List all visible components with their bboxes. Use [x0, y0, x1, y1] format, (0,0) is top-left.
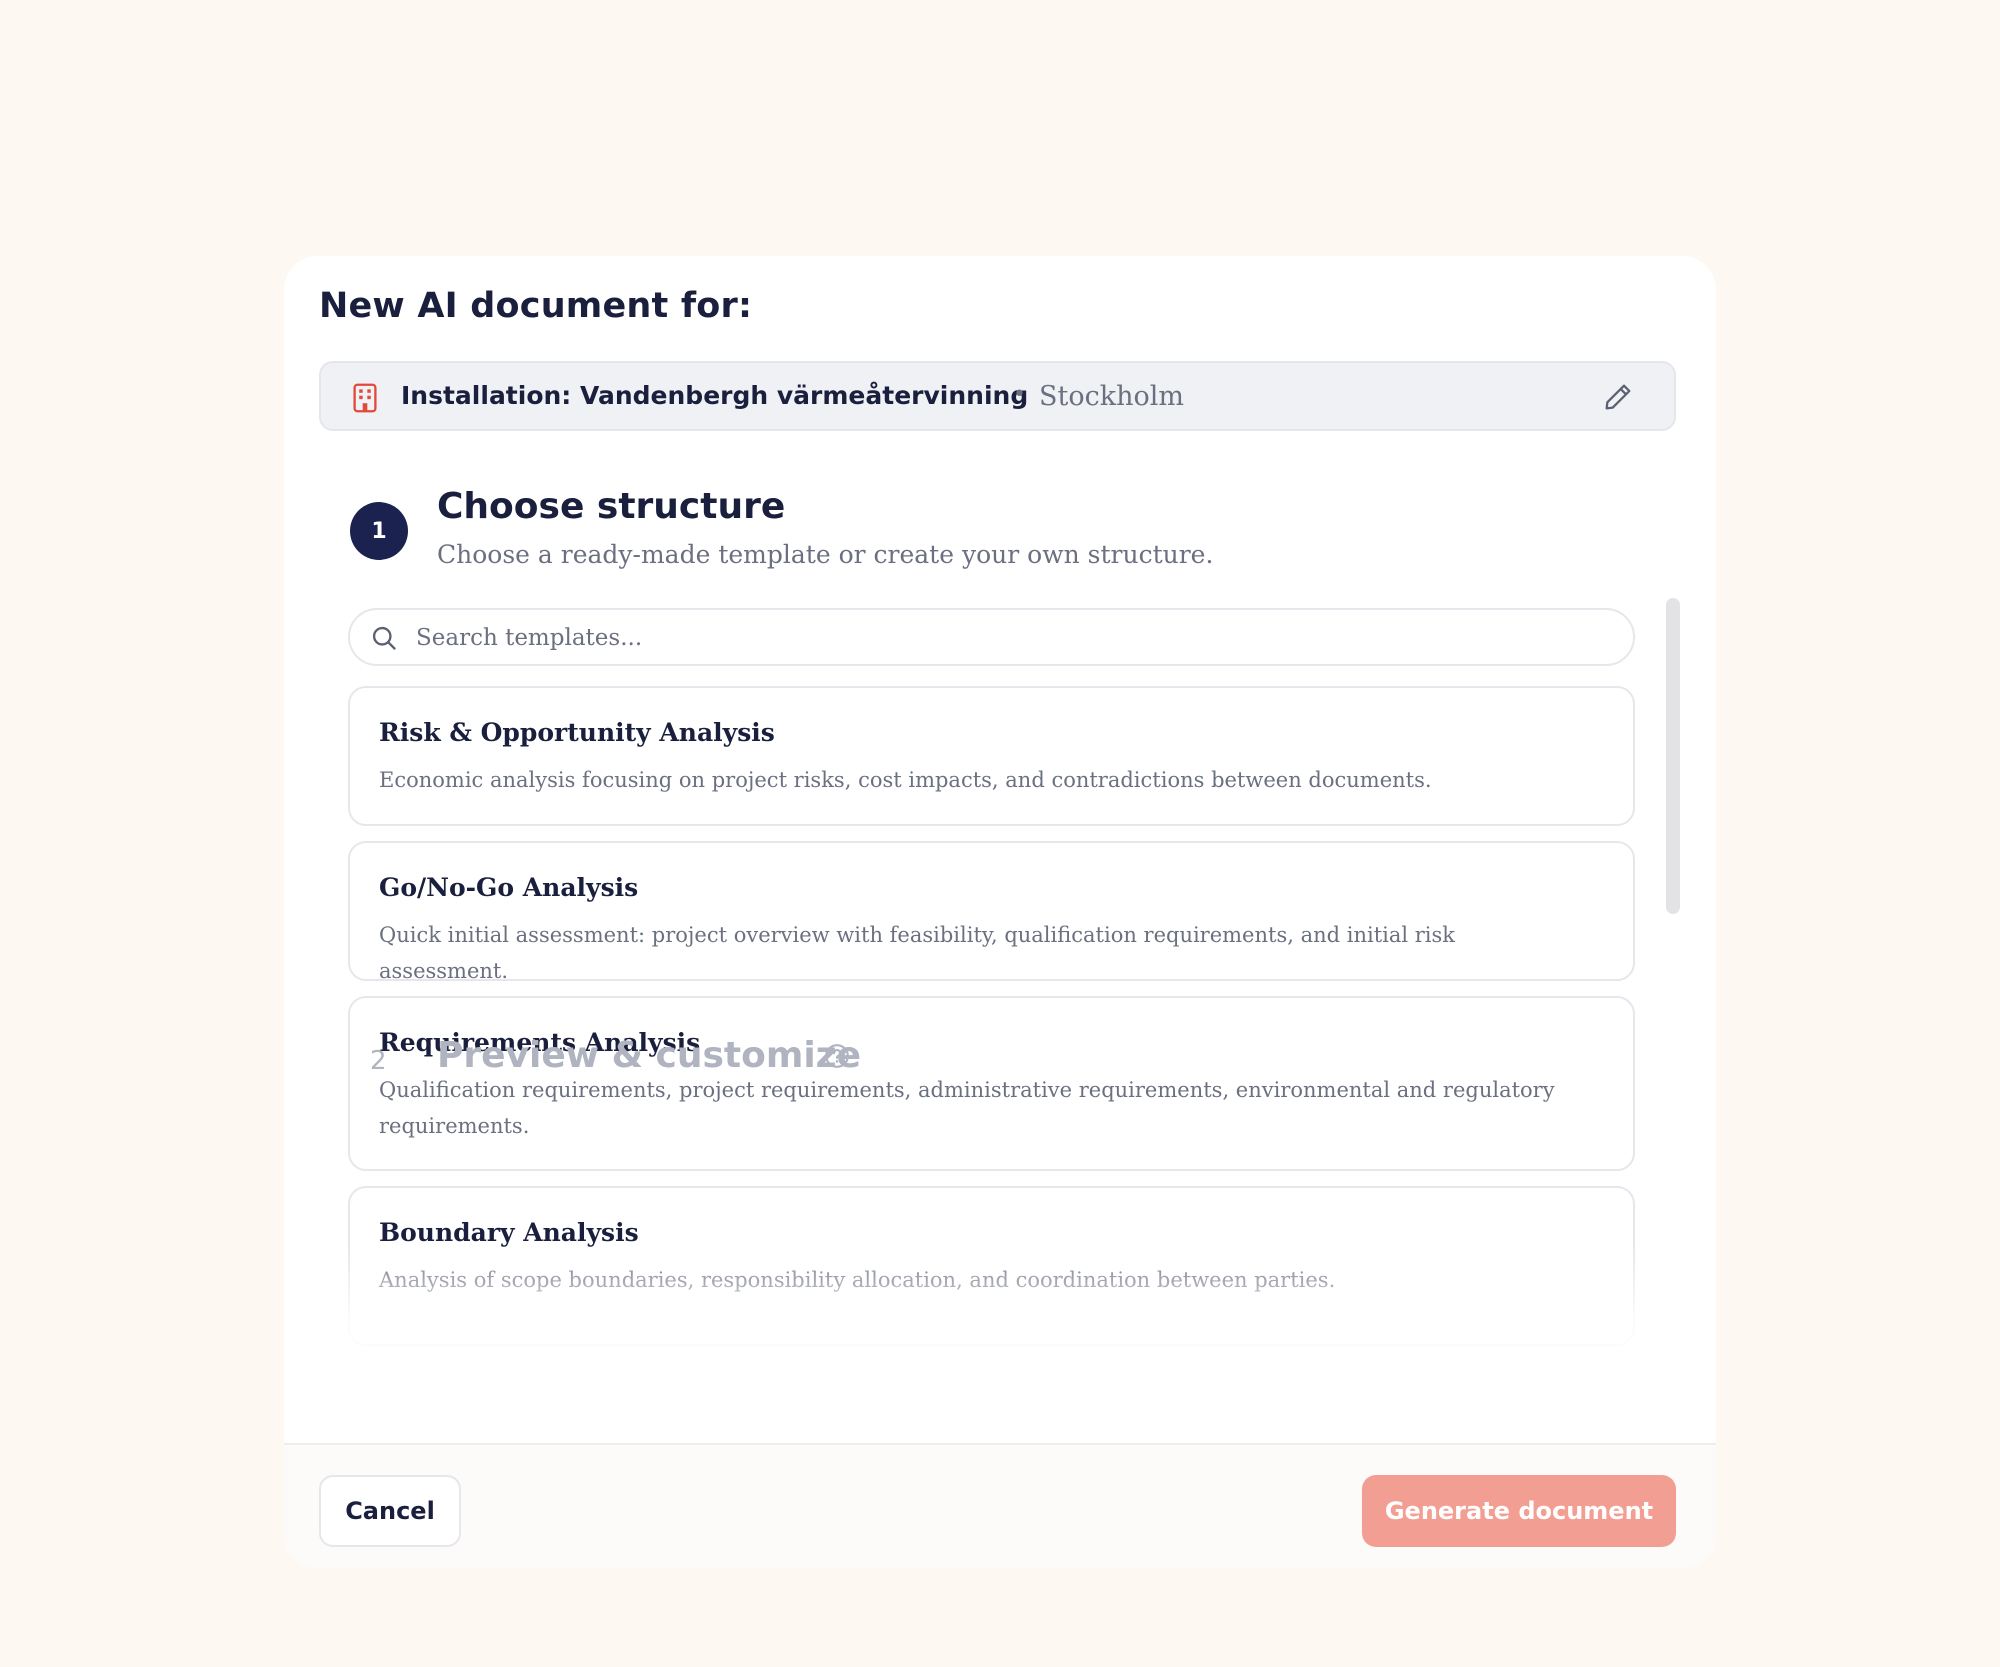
generate-document-button[interactable]: Generate document [1362, 1475, 1676, 1547]
template-description: Analysis of scope boundaries, responsibi… [379, 1268, 1336, 1292]
template-description: Quick initial assessment: project overvi… [379, 923, 1456, 983]
search-input[interactable] [414, 618, 1608, 658]
new-document-modal: New AI document for: Installation: Vande… [284, 256, 1716, 1568]
step-2-title: Preview & customize [437, 1035, 862, 1076]
pencil-icon[interactable] [1602, 381, 1634, 413]
step-2-number: 2 [370, 1046, 387, 1076]
context-bar: Installation: Vandenbergh värmeåtervinni… [319, 361, 1676, 431]
context-separator: • [1013, 382, 1026, 407]
step-1-badge: 1 [350, 502, 408, 560]
context-label: Installation: Vandenbergh värmeåtervinni… [401, 381, 1029, 410]
modal-footer: Cancel Generate document [284, 1443, 1716, 1568]
template-title: Risk & Opportunity Analysis [379, 718, 775, 747]
step-1-title: Choose structure [437, 486, 786, 527]
context-location: Stockholm [1039, 381, 1184, 412]
template-list: Risk & Opportunity Analysis Economic ana… [348, 686, 1635, 1548]
template-search [348, 608, 1635, 666]
step-1-subtitle: Choose a ready-made template or create y… [437, 540, 1214, 569]
template-card-risk-opportunity[interactable]: Risk & Opportunity Analysis Economic ana… [348, 686, 1635, 826]
template-description: Qualification requirements, project requ… [379, 1078, 1555, 1138]
help-icon[interactable] [824, 1043, 850, 1069]
template-title: Boundary Analysis [379, 1218, 639, 1247]
template-description: Economic analysis focusing on project ri… [379, 768, 1432, 792]
template-list-scrollbar[interactable] [1666, 598, 1680, 914]
template-title: Go/No-Go Analysis [379, 873, 639, 902]
search-icon [372, 626, 396, 650]
cancel-button[interactable]: Cancel [319, 1475, 461, 1547]
template-card-go-no-go[interactable]: Go/No-Go Analysis Quick initial assessme… [348, 841, 1635, 983]
modal-title: New AI document for: [319, 286, 753, 326]
template-card-boundary[interactable]: Boundary Analysis Analysis of scope boun… [348, 1186, 1635, 1346]
template-card-requirements[interactable]: Requirements Analysis Qualification requ… [348, 996, 1635, 1171]
building-icon [353, 383, 377, 413]
